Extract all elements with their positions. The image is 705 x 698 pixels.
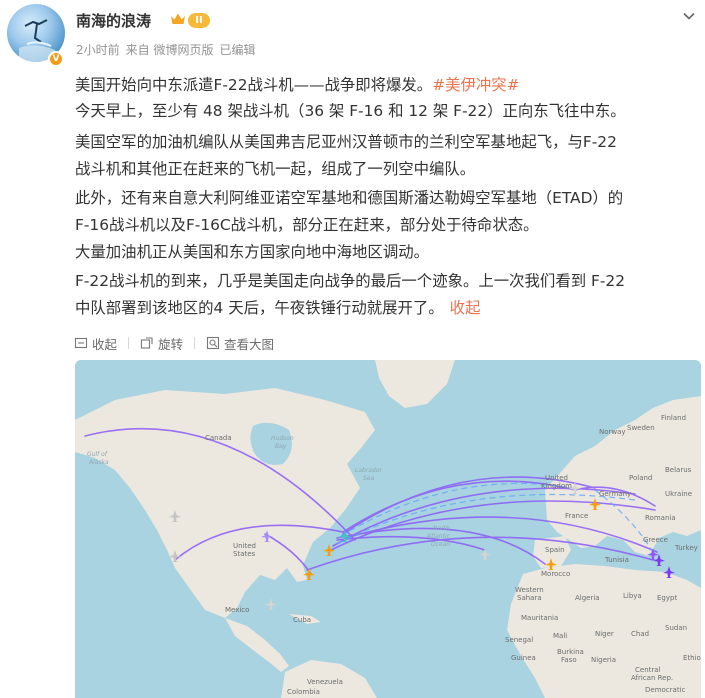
map-label: United — [233, 542, 256, 550]
post-line-text: 美国开始向中东派遣F-22战斗机——战争即将爆发。 — [75, 76, 433, 94]
map-label: Niger — [595, 630, 614, 638]
map-label: Burkina — [557, 648, 584, 656]
rotate-image-button[interactable]: 旋转 — [140, 334, 183, 353]
crown-icon — [171, 13, 185, 24]
post-line: 此外，还有来自意大利阿维亚诺空军基地和德国斯潘达勒姆空军基地（ETAD）的 — [75, 189, 624, 207]
map-label: Guinea — [511, 654, 536, 662]
map-label: Bay — [275, 443, 287, 450]
map-label: Romania — [645, 514, 676, 522]
map-label: Colombia — [287, 688, 320, 696]
map-label: Sahara — [517, 594, 542, 602]
map-label: Spain — [545, 546, 565, 554]
map-label: Venezuela — [307, 678, 343, 686]
map-label: African Rep. — [631, 674, 673, 682]
map-label: Finland — [661, 414, 686, 422]
map-label: Algeria — [575, 594, 600, 602]
verified-badge-icon: V — [48, 51, 64, 67]
map-label: Western — [515, 586, 544, 594]
map-label: Turkey — [674, 544, 698, 552]
collapse-icon — [74, 337, 88, 349]
map-label: France — [565, 512, 588, 520]
divider — [128, 337, 130, 349]
map-label: Mexico — [225, 606, 249, 614]
map-label: Canada — [205, 434, 232, 442]
map-label: Gulf of — [87, 451, 108, 458]
view-large-label: 查看大图 — [224, 336, 275, 352]
map-label: Norway — [599, 428, 626, 436]
map-label: Alaska — [88, 459, 109, 466]
map-label: Chad — [631, 630, 649, 638]
rotate-image-label: 旋转 — [158, 336, 184, 352]
collapse-text-link[interactable]: 收起 — [450, 299, 481, 317]
map-label: Ethio — [683, 654, 701, 662]
map-label: Nigeria — [591, 656, 616, 664]
post-line: 大量加油机正从美国和东方国家向地中海地区调动。 — [75, 243, 429, 261]
weibo-post: V 南海的浪涛 II 2小时前 来自 微博网页版 已编辑 美国开始向中东派遣F-22… — [0, 0, 705, 698]
flight-map-svg: Canada Hudson Bay Gulf of Alaska Labrado… — [75, 360, 701, 698]
map-label: Mali — [553, 632, 567, 640]
image-action-bar: 收起 旋转 查看大图 — [74, 334, 274, 352]
view-large-button[interactable]: 查看大图 — [206, 334, 274, 353]
map-label: North — [433, 525, 450, 532]
post-line: 美国开始向中东派遣F-22战斗机——战争即将爆发。#美伊冲突# — [75, 73, 701, 95]
magnify-icon — [206, 336, 220, 350]
level-badge: II — [188, 13, 210, 28]
map-label: Ukraine — [665, 490, 692, 498]
post-source: 来自 微博网页版 — [125, 43, 214, 57]
collapse-image-button[interactable]: 收起 — [74, 334, 117, 353]
map-label: Faso — [561, 656, 577, 664]
map-label: Libya — [623, 592, 642, 600]
collapse-image-label: 收起 — [92, 336, 118, 352]
map-label: Greece — [643, 536, 668, 544]
divider — [194, 337, 196, 349]
map-label: Germany — [599, 490, 631, 498]
post-time[interactable]: 2小时前 — [76, 43, 120, 57]
map-label: Poland — [629, 474, 652, 482]
post-line: 今天早上，至少有 48 架战斗机（36 架 F-16 和 12 架 F-22）正… — [75, 102, 626, 120]
rotate-icon — [140, 337, 153, 349]
edited-label[interactable]: 已编辑 — [219, 43, 255, 57]
map-label: Central — [635, 666, 661, 674]
map-label: United — [545, 474, 568, 482]
map-label: Democratic — [645, 686, 686, 694]
map-label: Kingdom — [541, 482, 572, 490]
post-line: F-16战斗机以及F-16C战斗机，部分正在赶来，部分处于待命状态。 — [75, 216, 539, 234]
map-label: Sea — [363, 475, 375, 482]
map-label: States — [233, 550, 256, 558]
map-label: Hudson — [271, 435, 294, 442]
map-label: Morocco — [541, 570, 570, 578]
chevron-down-icon[interactable] — [681, 8, 697, 24]
post-line: 战斗机和其他正在赶来的飞机一起，组成了一列空中编队。 — [75, 160, 476, 178]
post-line-text: 中队部署到该地区的4 天后，午夜铁锤行动就展开了。 — [75, 299, 444, 317]
post-line: 美国空军的加油机编队从美国弗吉尼亚州汉普顿市的兰利空军基地起飞，与F-22 — [75, 133, 617, 151]
map-label: Cuba — [293, 616, 311, 624]
map-label: Atlantic — [426, 533, 451, 540]
map-label: Belarus — [665, 466, 692, 474]
map-label: Tunisia — [604, 556, 629, 564]
map-label: Ocean — [431, 541, 450, 548]
post-line: F-22战斗机的到来，几乎是美国走向战争的最后一个迹象。上一次我们看到 F-22 — [75, 272, 625, 290]
post-line: 中队部署到该地区的4 天后，午夜铁锤行动就展开了。 收起 — [75, 296, 701, 318]
post-meta: 2小时前 来自 微博网页版 已编辑 — [76, 41, 261, 58]
hashtag-link[interactable]: #美伊冲突# — [432, 76, 519, 94]
map-label: Mauritania — [521, 614, 558, 622]
map-label: Egypt — [657, 594, 677, 602]
map-label: Sweden — [627, 424, 655, 432]
username[interactable]: 南海的浪涛 — [76, 10, 151, 31]
flight-map-image[interactable]: Canada Hudson Bay Gulf of Alaska Labrado… — [75, 360, 701, 698]
map-label: Labrador — [355, 467, 382, 474]
map-label: Sudan — [665, 624, 687, 632]
map-label: Senegal — [505, 636, 533, 644]
